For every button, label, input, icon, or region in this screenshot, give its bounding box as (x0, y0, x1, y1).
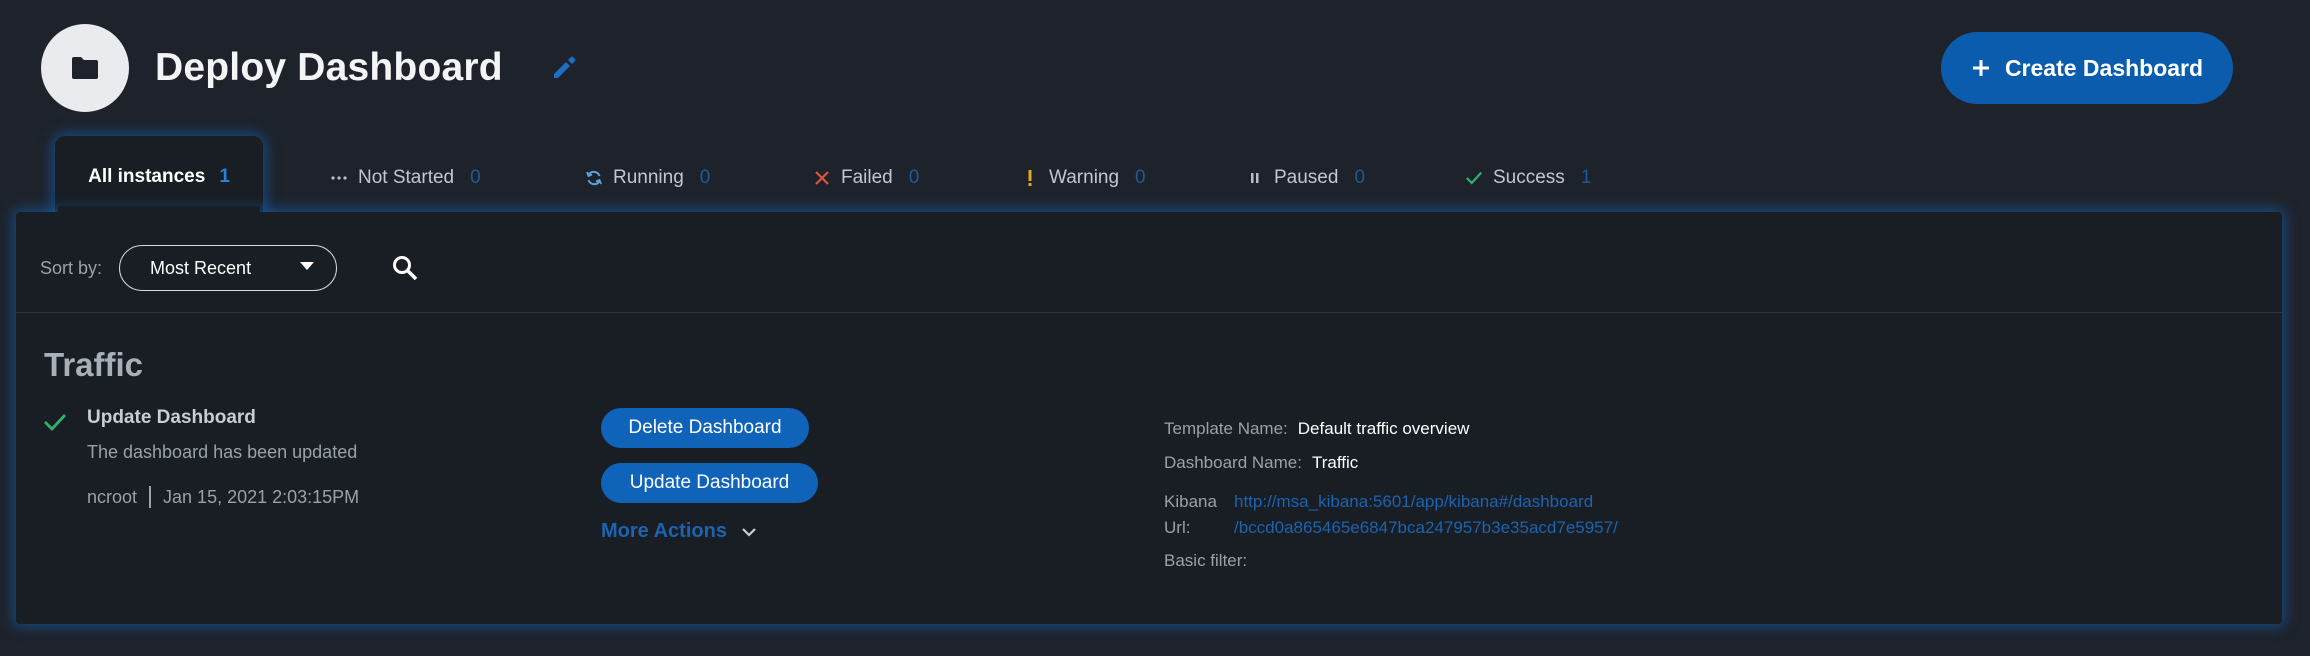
plus-icon (1972, 60, 1989, 76)
page: Deploy Dashboard Create Dashboard All in… (0, 0, 2310, 656)
tab-label: Paused (1274, 167, 1339, 188)
delete-dashboard-button[interactable]: Delete Dashboard (601, 408, 809, 448)
last-action-description: The dashboard has been updated (87, 442, 358, 462)
search-icon (393, 256, 418, 281)
tab-paused[interactable]: Paused 0 (1246, 158, 1365, 198)
sort-value: Most Recent (150, 257, 252, 278)
last-action-meta: ncroot Jan 15, 2021 2:03:15PM (87, 486, 359, 508)
sort-label: Sort by: (40, 257, 103, 278)
exclamation-icon (1021, 169, 1039, 187)
action-user: ncroot (87, 486, 138, 507)
create-dashboard-label: Create Dashboard (2004, 54, 2204, 81)
divider (16, 312, 2282, 313)
more-actions-button[interactable]: More Actions (601, 520, 757, 543)
edit-title-button[interactable] (547, 51, 581, 85)
template-name-row: Template Name: Default traffic overview (1164, 419, 1469, 439)
kibana-url-link[interactable]: http://msa_kibana:5601/app/kibana#/dashb… (1234, 489, 1618, 541)
tab-label: Running (613, 167, 684, 188)
sort-row: Sort by: Most Recent (40, 245, 421, 291)
tab-label: Failed (841, 167, 893, 188)
kibana-label-line: Url: (1164, 518, 1191, 537)
dashboard-name-value: Traffic (1311, 453, 1359, 472)
action-timestamp: Jan 15, 2021 2:03:15PM (163, 486, 360, 507)
tab-count: 0 (699, 167, 711, 188)
sort-select[interactable]: Most Recent (119, 245, 338, 291)
dashboard-name-row: Dashboard Name: Traffic (1164, 453, 1358, 473)
basic-filter-row: Basic filter: (1164, 551, 1247, 571)
chevron-down-icon (742, 527, 756, 537)
tab-count: 1 (1580, 167, 1592, 188)
kibana-url-label: Kibana Url: (1164, 489, 1224, 541)
last-action-name: Update Dashboard (87, 407, 256, 428)
search-button[interactable] (389, 252, 421, 284)
update-dashboard-button[interactable]: Update Dashboard (601, 463, 818, 503)
success-check-icon (44, 414, 67, 432)
tab-success[interactable]: Success 1 (1465, 158, 1591, 198)
caret-down-icon (300, 262, 315, 270)
template-name-label: Template Name: (1164, 419, 1288, 438)
tab-failed[interactable]: Failed 0 (813, 158, 919, 198)
kibana-label-line: Kibana (1164, 492, 1217, 511)
tab-count: 1 (219, 166, 230, 187)
active-tab-join (58, 206, 260, 218)
folder-icon (72, 57, 98, 79)
tab-label: Success (1493, 167, 1565, 188)
instances-panel: Sort by: Most Recent Traffic Update Dash… (16, 212, 2282, 624)
pause-icon (1246, 169, 1264, 187)
tab-count: 0 (1354, 167, 1366, 188)
tab-label: All instances (88, 166, 206, 187)
tab-label: Not Started (358, 167, 455, 188)
meta-separator (149, 486, 152, 508)
page-header: Deploy Dashboard (41, 24, 581, 112)
kibana-url-line: /bccd0a865465e6847bca247957b3e35acd7e595… (1234, 518, 1618, 537)
status-tabs: All instances 1 Not Started 0 Running 0 (0, 132, 2310, 218)
cross-icon (813, 169, 831, 187)
refresh-icon (585, 169, 603, 187)
more-actions-label: More Actions (601, 520, 727, 542)
template-name-value: Default traffic overview (1297, 419, 1470, 438)
tab-warning[interactable]: Warning 0 (1021, 158, 1146, 198)
instance-title: Traffic (44, 346, 144, 383)
ellipsis-icon (330, 169, 348, 187)
dashboard-name-label: Dashboard Name: (1164, 453, 1302, 472)
tab-count: 0 (470, 167, 481, 188)
check-icon (1465, 169, 1483, 187)
page-title: Deploy Dashboard (155, 46, 503, 89)
tab-not-started[interactable]: Not Started 0 (330, 158, 481, 198)
tab-label: Warning (1049, 167, 1120, 188)
tab-count: 0 (908, 167, 920, 188)
tab-running[interactable]: Running 0 (585, 158, 710, 198)
tab-count: 0 (1135, 167, 1146, 188)
basic-filter-label: Basic filter: (1164, 551, 1248, 570)
pencil-icon (553, 56, 576, 78)
create-dashboard-button[interactable]: Create Dashboard (1941, 32, 2233, 104)
kibana-url-line: http://msa_kibana:5601/app/kibana#/dashb… (1234, 492, 1594, 511)
folder-avatar (41, 24, 129, 112)
